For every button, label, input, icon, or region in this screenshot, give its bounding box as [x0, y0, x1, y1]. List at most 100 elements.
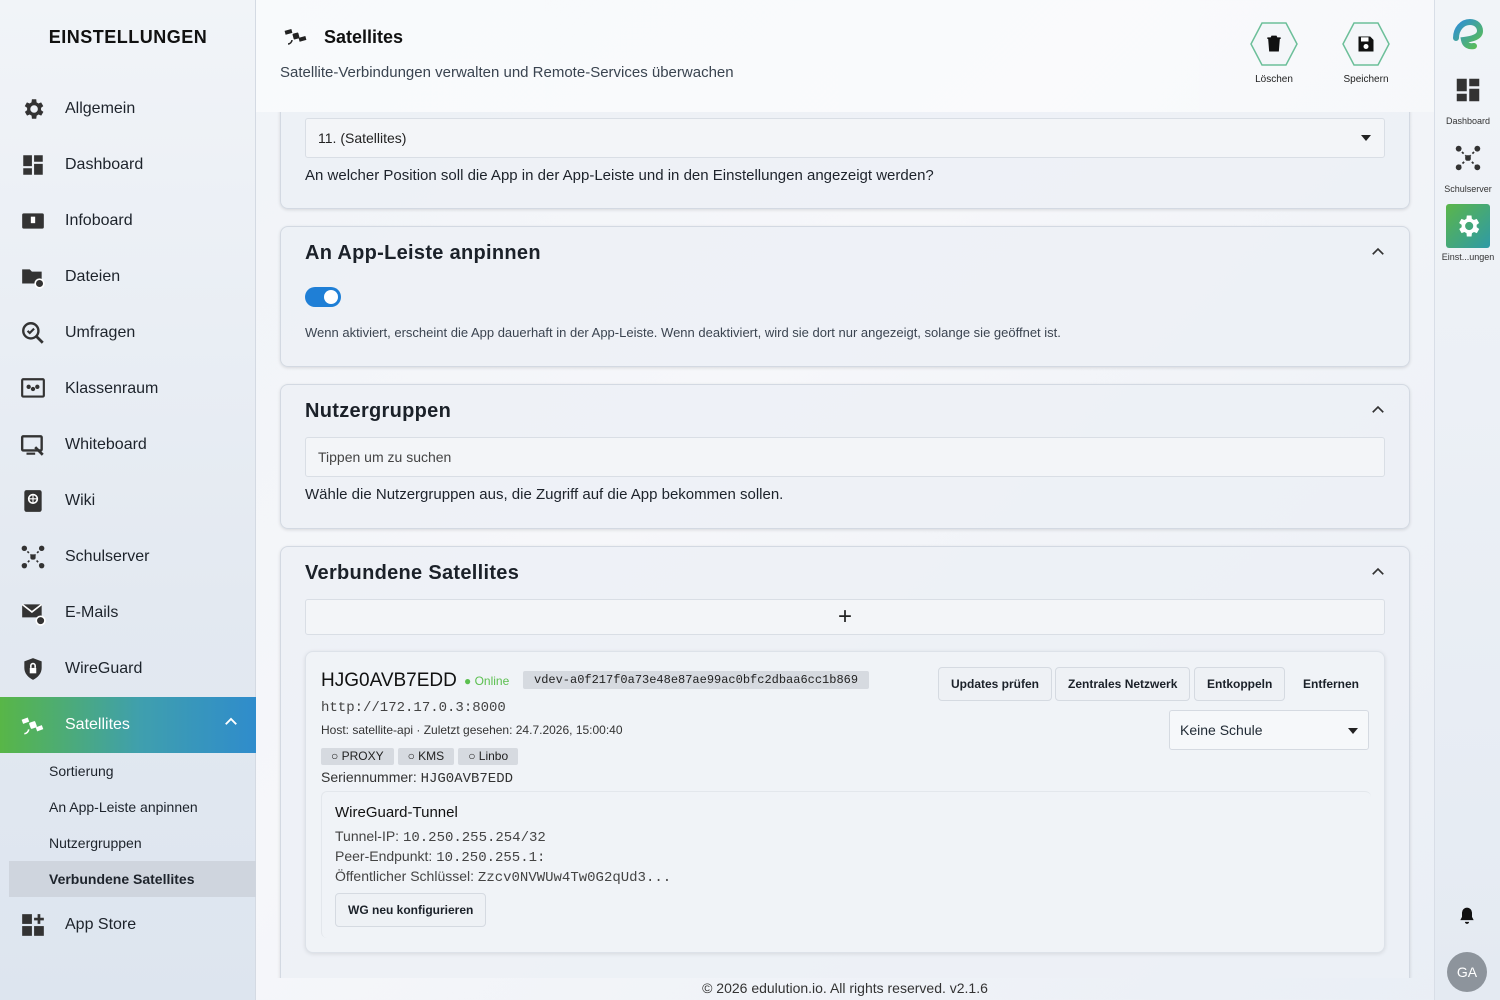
whiteboard-icon: [20, 432, 46, 458]
sub-item-verbundene-satellites[interactable]: Verbundene Satellites: [9, 861, 256, 897]
satellite-entry: HJG0AVB7EDD ● Online vdev-a0f217f0a73e48…: [305, 651, 1385, 953]
satellite-name: HJG0AVB7EDD: [321, 670, 457, 691]
public-key-label: Öffentlicher Schlüssel:: [335, 868, 475, 884]
chevron-up-icon[interactable]: [1369, 563, 1387, 581]
app-rail: Dashboard Schulserver Einst...ungen GA: [1434, 0, 1500, 1000]
chevron-up-icon[interactable]: [222, 713, 240, 731]
unlink-button[interactable]: Entkoppeln: [1194, 667, 1286, 701]
groups-helper: Wähle die Nutzergruppen aus, die Zugriff…: [305, 486, 784, 503]
serial-label: Seriennummer:: [321, 769, 417, 785]
peer-endpoint-value: 10.250.255.1:: [436, 850, 546, 866]
school-select[interactable]: Keine Schule: [1169, 710, 1369, 750]
page-title: Satellites: [324, 27, 404, 47]
chevron-up-icon[interactable]: [1369, 401, 1387, 419]
pin-card: An App-Leiste anpinnen Wenn aktiviert, e…: [280, 226, 1410, 367]
sidebar-item-emails[interactable]: E-Mails: [0, 585, 256, 641]
page-header: Satellites Satellite-Verbindungen verwal…: [256, 0, 1434, 112]
add-satellite-button[interactable]: +: [305, 599, 1385, 635]
service-tags: ○ PROXY ○ KMS ○ Linbo: [321, 747, 522, 765]
sub-item-nutzergruppen[interactable]: Nutzergruppen: [9, 825, 256, 861]
pin-toggle[interactable]: [305, 287, 341, 307]
classroom-icon: [20, 376, 46, 402]
sidebar-item-label: Infoboard: [65, 212, 133, 229]
rail-app-einstellungen[interactable]: Einst...ungen: [1435, 204, 1500, 262]
delete-button[interactable]: Löschen: [1244, 22, 1304, 85]
network-nodes-icon: [20, 544, 46, 570]
app-store-icon: [20, 912, 46, 938]
bell-icon[interactable]: [1457, 905, 1477, 927]
gear-icon: [1446, 204, 1490, 248]
footer-copyright: © 2026 edulution.io. All rights reserved…: [702, 980, 988, 996]
main-content: 11. (Satellites) An welcher Position sol…: [256, 112, 1434, 978]
sidebar-item-dashboard[interactable]: Dashboard: [0, 137, 256, 193]
sidebar-item-infoboard[interactable]: Infoboard: [0, 193, 256, 249]
central-network-button[interactable]: Zentrales Netzwerk: [1055, 667, 1191, 701]
rail-app-label: Dashboard: [1445, 116, 1491, 126]
remove-button[interactable]: Entfernen: [1290, 667, 1372, 701]
peer-endpoint-label: Peer-Endpunkt:: [335, 848, 433, 864]
sidebar-item-label: Allgemein: [65, 100, 136, 117]
sidebar-item-dateien[interactable]: Dateien: [0, 249, 256, 305]
sidebar-item-schulserver[interactable]: Schulserver: [0, 529, 256, 585]
sidebar-item-wiki[interactable]: Wiki: [0, 473, 256, 529]
caret-down-icon: [1361, 135, 1371, 141]
chevron-up-icon[interactable]: [1369, 243, 1387, 261]
check-updates-button[interactable]: Updates prüfen: [938, 667, 1053, 701]
trash-icon: [1267, 35, 1281, 52]
sidebar-item-klassenraum[interactable]: Klassenraum: [0, 361, 256, 417]
save-button[interactable]: Speichern: [1336, 22, 1396, 85]
sidebar-item-wireguard[interactable]: WireGuard: [0, 641, 256, 697]
avatar[interactable]: GA: [1447, 952, 1487, 992]
sub-item-pin[interactable]: An App-Leiste anpinnen: [9, 789, 256, 825]
rail-app-label: Einst...ungen: [1441, 252, 1495, 262]
wireguard-tunnel-panel: WireGuard-Tunnel Tunnel-IP: 10.250.255.2…: [321, 791, 1371, 938]
host-line: Host: satellite-api · Zuletzt gesehen: 2…: [321, 723, 623, 737]
folder-icon: [20, 264, 46, 290]
sidebar-item-allgemein[interactable]: Allgemein: [0, 81, 256, 137]
sidebar-item-label: Dashboard: [65, 156, 144, 173]
network-nodes-icon: [1446, 136, 1490, 180]
edulution-logo[interactable]: [1452, 18, 1484, 54]
sidebar-item-label: Umfragen: [65, 324, 136, 341]
satellite-url: http://172.17.0.3:8000: [321, 700, 506, 716]
groups-search-input[interactable]: Tippen um zu suchen: [305, 437, 1385, 477]
sidebar-item-label: Satellites: [65, 716, 130, 733]
pin-title: An App-Leiste anpinnen: [305, 242, 541, 264]
public-key-row: Öffentlicher Schlüssel: Zzcv0NVWUw4Tw0G2…: [335, 868, 671, 886]
public-key-value: Zzcv0NVWUw4Tw0G2qUd3...: [477, 870, 672, 886]
serial-number: Seriennummer: HJG0AVB7EDD: [321, 769, 513, 787]
sidebar-item-app-store[interactable]: App Store: [0, 897, 256, 953]
wireguard-title: WireGuard-Tunnel: [335, 804, 458, 821]
satellite-icon: [20, 712, 46, 738]
settings-sidebar: EINSTELLUNGEN Allgemein Dashboard Infobo…: [0, 0, 256, 1000]
rail-app-dashboard[interactable]: Dashboard: [1435, 68, 1500, 126]
status-text: Online: [474, 674, 510, 688]
sidebar-item-umfragen[interactable]: Umfragen: [0, 305, 256, 361]
wiki-book-icon: [20, 488, 46, 514]
sidebar-item-satellites[interactable]: Satellites: [0, 697, 256, 753]
sidebar-item-whiteboard[interactable]: Whiteboard: [0, 417, 256, 473]
sub-item-sortierung[interactable]: Sortierung: [9, 753, 256, 789]
rail-app-schulserver[interactable]: Schulserver: [1435, 136, 1500, 194]
sidebar-item-label: E-Mails: [65, 604, 119, 621]
floppy-disk-icon: [1358, 36, 1374, 52]
wg-reconfigure-button[interactable]: WG neu konfigurieren: [335, 893, 487, 927]
satellites-card: Verbundene Satellites + HJG0AVB7EDD ● On…: [280, 546, 1410, 978]
groups-card: Nutzergruppen Tippen um zu suchen Wähle …: [280, 384, 1410, 529]
sidebar-item-label: Dateien: [65, 268, 121, 285]
service-tag-proxy: ○ PROXY: [321, 748, 394, 765]
groups-title: Nutzergruppen: [305, 400, 452, 422]
sorting-select[interactable]: 11. (Satellites): [305, 118, 1385, 158]
rail-app-label: Schulserver: [1444, 184, 1492, 194]
pin-helper: Wenn aktiviert, erscheint die App dauerh…: [305, 325, 1061, 340]
peer-endpoint-row: Peer-Endpunkt: 10.250.255.1:: [335, 848, 545, 866]
survey-icon: [20, 320, 46, 346]
status-badge: ● Online: [464, 674, 510, 688]
school-select-value: Keine Schule: [1180, 722, 1263, 738]
groups-search-placeholder: Tippen um zu suchen: [318, 449, 452, 465]
device-id: vdev-a0f217f0a73e48e87ae99ac0bfc2dbaa6cc…: [523, 671, 870, 689]
satellite-icon: [284, 29, 307, 45]
infoboard-icon: [20, 208, 46, 234]
dashboard-icon: [1446, 68, 1490, 112]
sorting-helper: An welcher Position soll die App in der …: [305, 167, 934, 184]
